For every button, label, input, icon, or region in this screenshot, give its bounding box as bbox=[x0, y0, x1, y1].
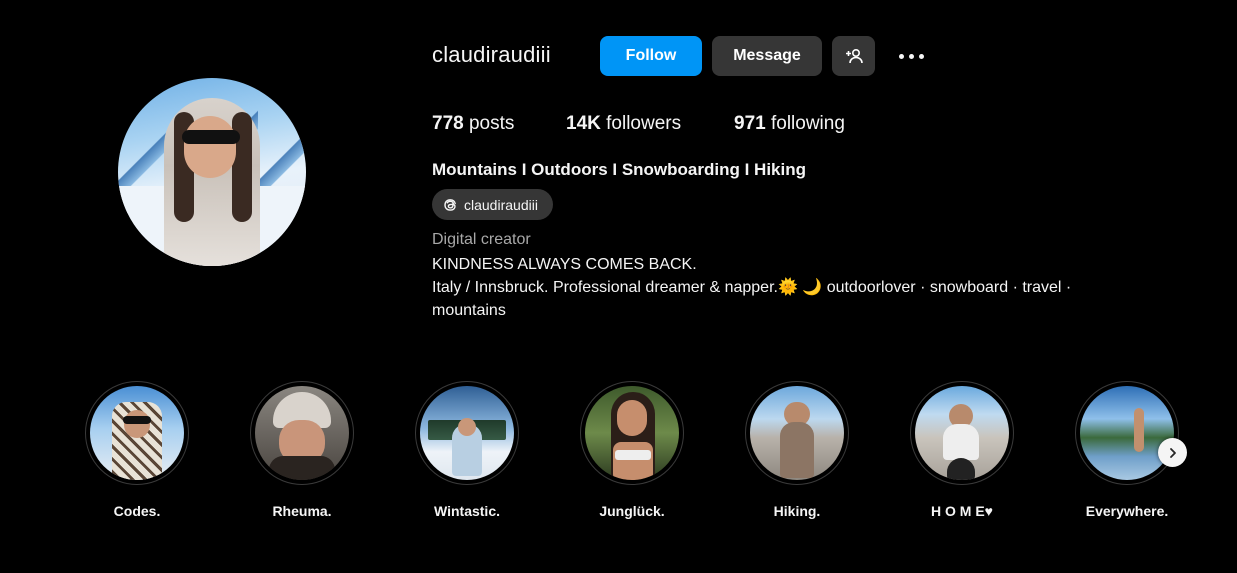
highlight-label: H O M E♥ bbox=[931, 503, 993, 519]
message-button[interactable]: Message bbox=[712, 36, 822, 76]
highlight-label: Junglück. bbox=[599, 503, 665, 519]
highlight-label: Hiking. bbox=[773, 503, 821, 519]
profile-avatar[interactable] bbox=[118, 78, 306, 266]
follow-button[interactable]: Follow bbox=[600, 36, 702, 76]
highlight-label: Rheuma. bbox=[272, 503, 332, 519]
followers-label: followers bbox=[606, 113, 682, 134]
more-options-icon[interactable] bbox=[893, 44, 929, 68]
highlight-cover[interactable] bbox=[580, 381, 684, 485]
following-label: following bbox=[770, 113, 845, 134]
bio-line: Italy / Innsbruck. Professional dreamer … bbox=[432, 279, 1072, 296]
followers-count: 14K bbox=[566, 113, 601, 134]
suggested-accounts-button[interactable] bbox=[832, 36, 875, 76]
threads-badge[interactable]: claudiraudiii bbox=[432, 189, 553, 220]
highlight-cover[interactable] bbox=[745, 381, 849, 485]
following-count: 971 bbox=[734, 113, 766, 134]
highlight-cover[interactable] bbox=[85, 381, 189, 485]
chevron-right-icon bbox=[1169, 447, 1176, 458]
threads-handle: claudiraudiii bbox=[464, 196, 538, 213]
highlight-label: Everywhere. bbox=[1085, 503, 1169, 519]
bio-line: mountains bbox=[432, 302, 506, 319]
highlight-item[interactable]: Codes. bbox=[84, 381, 190, 519]
highlight-item[interactable]: Hiking. bbox=[744, 381, 850, 519]
highlight-item[interactable]: Junglück. bbox=[579, 381, 685, 519]
highlight-item[interactable]: Rheuma. bbox=[249, 381, 355, 519]
followers-stat[interactable]: 14K followers bbox=[566, 113, 681, 135]
posts-label: posts bbox=[468, 113, 515, 134]
posts-stat[interactable]: 778 posts bbox=[432, 113, 514, 135]
bio-text: KINDNESS ALWAYS COMES BACK. Italy / Inns… bbox=[432, 253, 1152, 322]
highlight-cover[interactable] bbox=[250, 381, 354, 485]
highlight-cover[interactable] bbox=[1075, 381, 1179, 485]
highlight-label: Wintastic. bbox=[434, 503, 500, 519]
highlights-next-button[interactable] bbox=[1158, 438, 1187, 467]
profile-page: claudiraudiii Follow Message 778 posts 1… bbox=[0, 0, 1237, 573]
highlight-cover[interactable] bbox=[910, 381, 1014, 485]
highlight-cover[interactable] bbox=[415, 381, 519, 485]
following-stat[interactable]: 971 following bbox=[734, 113, 845, 135]
add-user-icon bbox=[845, 48, 863, 64]
profile-category: Digital creator bbox=[432, 231, 531, 248]
highlight-item[interactable]: Wintastic. bbox=[414, 381, 520, 519]
posts-count: 778 bbox=[432, 113, 464, 134]
highlight-item[interactable]: H O M E♥ bbox=[909, 381, 1015, 519]
bio-line: KINDNESS ALWAYS COMES BACK. bbox=[432, 256, 697, 273]
threads-icon bbox=[444, 198, 456, 211]
profile-username: claudiraudiii bbox=[432, 42, 551, 67]
bio-title: Mountains I Outdoors I Snowboarding I Hi… bbox=[432, 160, 806, 179]
highlight-label: Codes. bbox=[113, 503, 161, 519]
